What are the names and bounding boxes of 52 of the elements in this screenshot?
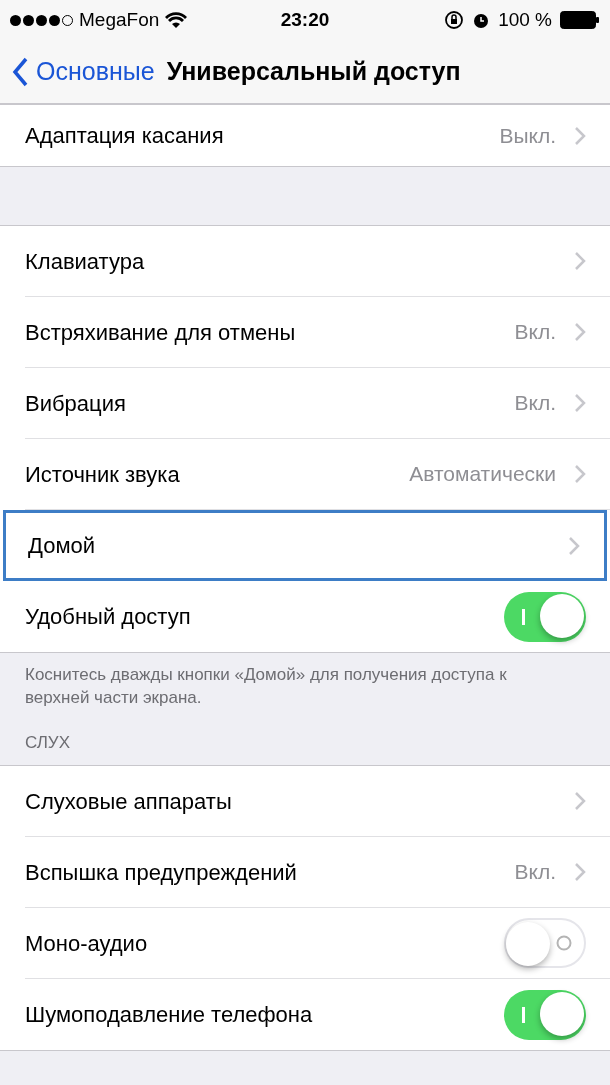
section-footer: Коснитесь дважды кнопки «Домой» для получения доступа к верхней части экрана. [25, 663, 515, 709]
row-label: Шумоподавление телефона [25, 1001, 314, 1029]
row-label: Вспышка предупреждений [25, 858, 298, 887]
row-value: Автоматически [409, 461, 556, 488]
carrier-name: MegaFon [79, 7, 160, 32]
row-label: Клавиатура [25, 247, 146, 276]
row-label: Встряхивание для отмены [25, 318, 297, 347]
settings-row[interactable]: Шумоподавление телефона [25, 979, 610, 1050]
battery-icon [560, 11, 600, 29]
settings-row[interactable]: Вибрация Вкл. [25, 368, 610, 439]
row-label: Слуховые аппараты [25, 787, 233, 816]
wifi-icon [165, 12, 188, 28]
off-mark-icon [556, 935, 572, 951]
chevron-icon [574, 125, 586, 146]
back-chevron-icon [12, 56, 28, 87]
chevron-icon [574, 251, 586, 271]
row-value: Выкл. [499, 122, 556, 149]
chevron-icon [574, 322, 586, 342]
on-mark-icon [522, 608, 526, 625]
chevron-icon [568, 535, 580, 556]
row-label: Домой [28, 532, 97, 560]
settings-row[interactable]: Домой [3, 510, 607, 581]
chevron-icon [574, 791, 586, 811]
row-value: Вкл. [514, 390, 556, 417]
on-mark-icon [522, 1006, 526, 1023]
page-title: Универсальный доступ [166, 55, 461, 87]
settings-row[interactable]: Клавиатура [25, 226, 610, 297]
row-label: Источник звука [25, 460, 181, 489]
row-label: Удобный доступ [25, 603, 192, 631]
settings-row[interactable]: Удобный доступ [25, 581, 610, 652]
settings-row[interactable]: Встряхивание для отмены Вкл. [25, 297, 610, 368]
clock-time: 23:20 [279, 7, 331, 32]
settings-row[interactable]: Слуховые аппараты [25, 766, 610, 837]
chevron-icon [574, 464, 586, 484]
settings-row[interactable]: Вспышка предупреждений Вкл. [25, 837, 610, 908]
settings-row[interactable]: Источник звука Автоматически [25, 439, 610, 510]
chevron-icon [574, 862, 586, 882]
toggle-switch[interactable] [504, 989, 586, 1040]
alarm-clock-icon [472, 11, 491, 29]
row-label: Адаптация касания [25, 122, 225, 150]
settings-row[interactable]: Моно-аудио [25, 908, 610, 979]
battery-percentage: 100 % [498, 7, 552, 32]
toggle-switch[interactable] [504, 918, 586, 968]
row-value: Вкл. [514, 859, 556, 886]
row-value: Вкл. [514, 319, 556, 346]
back-button[interactable]: Основные [12, 52, 155, 91]
row-label: Моно-аудио [25, 929, 149, 958]
toggle-switch[interactable] [504, 591, 586, 642]
row-label: Вибрация [25, 389, 127, 418]
chevron-icon [574, 393, 586, 413]
rotation-lock-icon [444, 10, 465, 30]
section-header: СЛУХ [25, 731, 70, 754]
